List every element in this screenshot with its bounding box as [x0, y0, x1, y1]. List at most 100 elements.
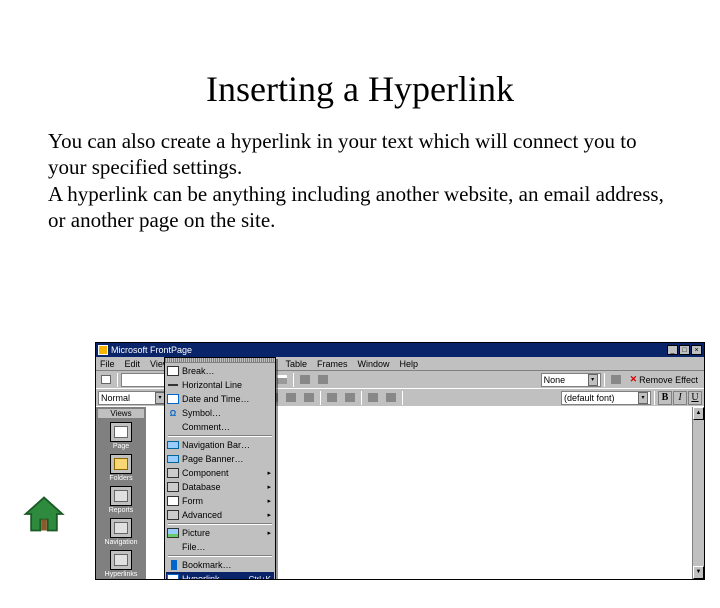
menu-window[interactable]: Window	[355, 359, 391, 369]
sidebar-item-page[interactable]: Page	[101, 422, 141, 450]
frontpage-window: Microsoft FrontPage _ □ × File Edit View…	[95, 342, 705, 580]
app-title: Microsoft FrontPage	[111, 345, 192, 355]
hyperlinks-icon	[110, 550, 132, 570]
shortcut-label: Ctrl+K	[249, 575, 271, 581]
views-bar: Views Page Folders Reports Navigation Hy…	[96, 407, 146, 579]
reports-icon	[110, 486, 132, 506]
picture-icon	[167, 527, 179, 539]
menu-item-navbar[interactable]: Navigation Bar…	[166, 438, 274, 452]
sidebar-item-label: Reports	[109, 507, 134, 514]
font-value: (default font)	[564, 393, 615, 403]
symbol-icon: Ω	[167, 407, 179, 419]
menu-edit[interactable]: Edit	[123, 359, 143, 369]
navigation-icon	[110, 518, 132, 538]
break-icon	[167, 365, 179, 377]
menu-help[interactable]: Help	[397, 359, 420, 369]
hr-icon	[167, 379, 179, 391]
sidebar-item-reports[interactable]: Reports	[101, 486, 141, 514]
font-combo[interactable]: (default font) ▾	[561, 391, 651, 405]
underline-button[interactable]: U	[688, 391, 702, 405]
comment-icon	[167, 421, 179, 433]
form-icon	[167, 495, 179, 507]
views-header: Views	[98, 409, 144, 418]
advanced-icon	[167, 509, 179, 521]
style-value: Normal	[101, 393, 130, 403]
tool-button[interactable]	[365, 390, 381, 405]
menu-item-pagebanner[interactable]: Page Banner…	[166, 452, 274, 466]
sidebar-item-label: Folders	[109, 475, 132, 482]
menu-grip[interactable]	[165, 358, 275, 363]
menu-item-advanced[interactable]: Advanced▸	[166, 508, 274, 522]
file-icon	[167, 541, 179, 553]
menu-item-picture[interactable]: Picture▸	[166, 526, 274, 540]
submenu-arrow-icon: ▸	[267, 529, 271, 537]
remove-effect-button[interactable]: ✕ Remove Effect	[626, 374, 702, 385]
menu-item-comment[interactable]: Comment…	[166, 420, 274, 434]
insert-menu-popup: Break… Horizontal Line Date and Time… ΩS…	[164, 357, 276, 580]
tool-button[interactable]	[297, 372, 313, 387]
effect-value: None	[544, 375, 566, 385]
menu-file[interactable]: File	[98, 359, 117, 369]
slide-para-2: A hyperlink can be anything including an…	[48, 182, 664, 232]
sidebar-item-hyperlinks[interactable]: Hyperlinks	[101, 550, 141, 578]
menu-item-hr[interactable]: Horizontal Line	[166, 378, 274, 392]
tool-button[interactable]	[383, 390, 399, 405]
menu-item-break[interactable]: Break…	[166, 364, 274, 378]
folder-icon	[110, 454, 132, 474]
banner-icon	[167, 453, 179, 465]
x-icon: ✕	[630, 374, 638, 385]
menu-item-bookmark[interactable]: Bookmark…	[166, 558, 274, 572]
italic-button[interactable]: I	[673, 391, 687, 405]
new-page-button[interactable]	[98, 372, 114, 387]
style-combo[interactable]: Normal ▾	[98, 391, 168, 405]
sidebar-item-label: Navigation	[104, 539, 137, 546]
close-button[interactable]: ×	[691, 345, 702, 355]
maximize-button[interactable]: □	[679, 345, 690, 355]
minimize-button[interactable]: _	[667, 345, 678, 355]
titlebar: Microsoft FrontPage _ □ ×	[96, 343, 704, 357]
slide-body: You can also create a hyperlink in your …	[48, 128, 672, 233]
tool-button[interactable]	[283, 390, 299, 405]
menu-item-hyperlink[interactable]: Hyperlink…Ctrl+K	[166, 572, 274, 580]
submenu-arrow-icon: ▸	[267, 483, 271, 491]
menu-separator	[168, 523, 272, 525]
menu-item-date[interactable]: Date and Time…	[166, 392, 274, 406]
menu-table[interactable]: Table	[283, 359, 309, 369]
bold-button[interactable]: B	[658, 391, 672, 405]
menu-frames[interactable]: Frames	[315, 359, 350, 369]
home-icon[interactable]	[22, 492, 66, 536]
tool-button[interactable]	[315, 372, 331, 387]
sidebar-item-folders[interactable]: Folders	[101, 454, 141, 482]
menu-item-file[interactable]: File…	[166, 540, 274, 554]
sidebar-item-navigation[interactable]: Navigation	[101, 518, 141, 546]
hyperlink-icon	[167, 573, 179, 580]
chevron-down-icon[interactable]: ▾	[588, 374, 598, 386]
sidebar-item-label: Page	[113, 443, 129, 450]
tool-button[interactable]	[324, 390, 340, 405]
tool-button[interactable]	[301, 390, 317, 405]
vertical-scrollbar[interactable]	[692, 407, 704, 579]
sidebar-item-label: Hyperlinks	[105, 571, 138, 578]
page-icon	[110, 422, 132, 442]
remove-effect-label: Remove Effect	[639, 375, 698, 385]
slide-para-1: You can also create a hyperlink in your …	[48, 129, 637, 179]
menu-item-database[interactable]: Database▸	[166, 480, 274, 494]
navbar-icon	[167, 439, 179, 451]
menu-item-component[interactable]: Component▸	[166, 466, 274, 480]
slide-title: Inserting a Hyperlink	[0, 68, 720, 110]
submenu-arrow-icon: ▸	[267, 511, 271, 519]
menu-item-form[interactable]: Form▸	[166, 494, 274, 508]
date-icon	[167, 393, 179, 405]
chevron-down-icon[interactable]: ▾	[638, 392, 648, 404]
menu-separator	[168, 555, 272, 557]
tool-button[interactable]	[342, 390, 358, 405]
menu-separator	[168, 435, 272, 437]
print-button[interactable]	[274, 372, 290, 387]
app-icon	[98, 345, 108, 355]
effect-button[interactable]	[608, 372, 624, 387]
menu-item-symbol[interactable]: ΩSymbol…	[166, 406, 274, 420]
submenu-arrow-icon: ▸	[267, 497, 271, 505]
effect-combo[interactable]: None ▾	[541, 373, 601, 387]
database-icon	[167, 481, 179, 493]
component-icon	[167, 467, 179, 479]
